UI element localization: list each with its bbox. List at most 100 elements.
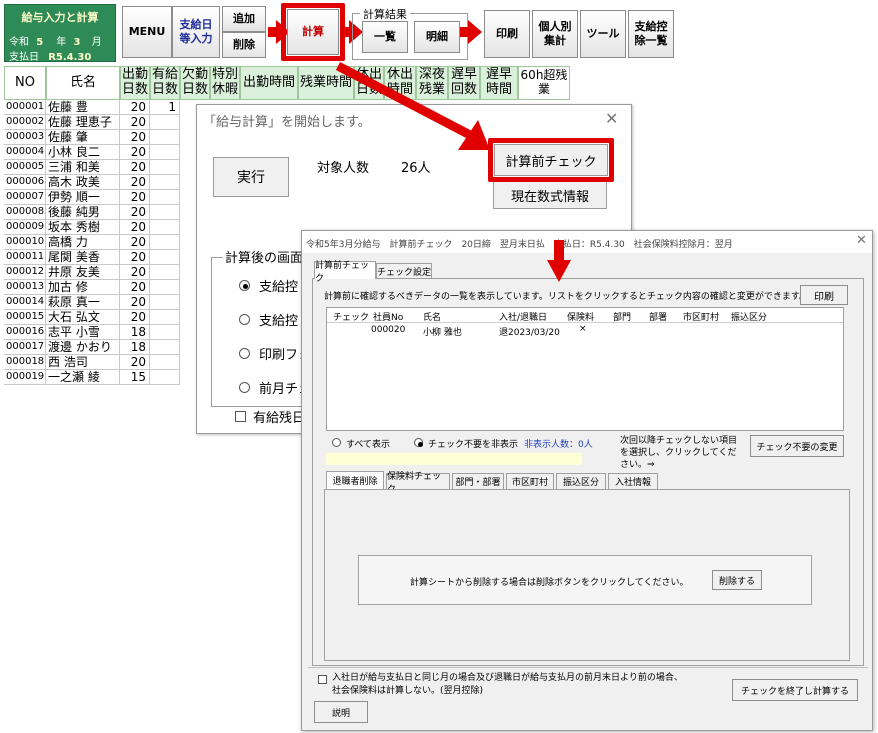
tab-check-settings[interactable]: チェック設定 bbox=[376, 263, 432, 279]
list-button[interactable]: 一覧 bbox=[362, 21, 408, 53]
subtab-retiree-delete[interactable]: 退職者削除 bbox=[326, 471, 384, 489]
employee-name-cell: 高橋 力 bbox=[46, 235, 120, 250]
table-row: 000009 坂本 秀樹 20 bbox=[4, 220, 200, 235]
deduction-list-button[interactable]: 支給控 除一覧 bbox=[628, 10, 674, 58]
finish-and-calc-button[interactable]: チェックを終了し計算する bbox=[732, 679, 858, 701]
work-days-cell[interactable]: 20 bbox=[120, 235, 150, 250]
work-days-cell[interactable]: 20 bbox=[120, 145, 150, 160]
close-icon[interactable]: ✕ bbox=[856, 233, 867, 248]
insurance-rule-checkbox[interactable] bbox=[318, 675, 327, 684]
app-title: 給与入力と計算 bbox=[21, 11, 99, 24]
option-radio-1[interactable] bbox=[239, 280, 250, 291]
col-header-paid-days: 有給 日数 bbox=[150, 66, 180, 100]
paydate-input-button[interactable]: 支給日 等入力 bbox=[172, 6, 220, 58]
option-label-1: 支給控 bbox=[259, 280, 299, 295]
detail-button[interactable]: 明細 bbox=[414, 21, 460, 53]
paid-days-cell[interactable] bbox=[150, 340, 180, 355]
work-days-cell[interactable]: 20 bbox=[120, 130, 150, 145]
check-list[interactable]: チェック 社員No 氏名 入社/退職日 保険料 部門 部署 市区町村 振込区分 … bbox=[326, 307, 844, 431]
employee-no-cell: 000006 bbox=[4, 175, 46, 190]
paid-days-cell[interactable] bbox=[150, 190, 180, 205]
paid-leave-checkbox[interactable] bbox=[235, 411, 246, 422]
calc-button[interactable]: 計算 bbox=[287, 9, 339, 55]
work-days-cell[interactable]: 20 bbox=[120, 220, 150, 235]
work-days-cell[interactable]: 20 bbox=[120, 355, 150, 370]
table-row: 000006 高木 政美 20 bbox=[4, 175, 200, 190]
footer-divider bbox=[308, 667, 868, 668]
paid-days-cell[interactable] bbox=[150, 235, 180, 250]
work-days-cell[interactable]: 20 bbox=[120, 115, 150, 130]
explain-button[interactable]: 説明 bbox=[314, 701, 368, 723]
subtab-insurance-check[interactable]: 保険料チェック bbox=[386, 472, 450, 495]
annotation-arrow bbox=[335, 62, 490, 150]
paid-days-cell[interactable] bbox=[150, 160, 180, 175]
paid-days-cell[interactable] bbox=[150, 220, 180, 235]
month-cell[interactable]: 3 bbox=[74, 37, 81, 48]
work-days-cell[interactable]: 20 bbox=[120, 250, 150, 265]
paid-days-cell[interactable] bbox=[150, 295, 180, 310]
subtab-hire-info[interactable]: 入社情報 bbox=[608, 473, 658, 489]
subtab-transfer[interactable]: 振込区分 bbox=[556, 473, 606, 489]
execute-button[interactable]: 実行 bbox=[213, 157, 289, 197]
table-row: 000015 大石 弘文 20 bbox=[4, 310, 200, 325]
employee-table: 000001 佐藤 豊 20 1 000002 佐藤 理恵子 20 000003 佐藤 肇 20 0… bbox=[4, 100, 200, 386]
work-days-cell[interactable]: 18 bbox=[120, 340, 150, 355]
paid-days-cell[interactable]: 1 bbox=[150, 100, 180, 115]
paid-days-cell[interactable] bbox=[150, 370, 180, 385]
employee-no-cell: 000015 bbox=[4, 310, 46, 325]
work-days-cell[interactable]: 20 bbox=[120, 190, 150, 205]
employee-name-cell: 西 浩司 bbox=[46, 355, 120, 370]
formula-info-button[interactable]: 現在数式情報 bbox=[493, 181, 607, 209]
paid-days-cell[interactable] bbox=[150, 130, 180, 145]
paid-days-cell[interactable] bbox=[150, 265, 180, 280]
list-item[interactable]: 000020 小柳 雅也 退2023/03/20 × bbox=[327, 324, 843, 338]
print-button[interactable]: 印刷 bbox=[800, 285, 848, 305]
paid-days-cell[interactable] bbox=[150, 280, 180, 295]
delete-button[interactable]: 削除 bbox=[222, 32, 266, 58]
work-days-cell[interactable]: 18 bbox=[120, 325, 150, 340]
per-person-total-button[interactable]: 個人別 集計 bbox=[532, 10, 578, 58]
option-radio-3[interactable] bbox=[239, 348, 250, 359]
precheck-button[interactable]: 計算前チェック bbox=[494, 144, 608, 176]
paid-days-cell[interactable] bbox=[150, 325, 180, 340]
paid-days-cell[interactable] bbox=[150, 175, 180, 190]
paid-days-cell[interactable] bbox=[150, 115, 180, 130]
employee-no-cell: 000001 bbox=[4, 100, 46, 115]
work-days-cell[interactable]: 20 bbox=[120, 205, 150, 220]
paid-days-cell[interactable] bbox=[150, 250, 180, 265]
work-days-cell[interactable]: 20 bbox=[120, 100, 150, 115]
show-all-radio[interactable] bbox=[332, 438, 341, 447]
work-days-cell[interactable]: 20 bbox=[120, 265, 150, 280]
paid-days-cell[interactable] bbox=[150, 145, 180, 160]
add-button[interactable]: 追加 bbox=[222, 6, 266, 32]
table-row: 000013 加古 修 20 bbox=[4, 280, 200, 295]
work-days-cell[interactable]: 20 bbox=[120, 160, 150, 175]
subtab-dept[interactable]: 部門・部署 bbox=[452, 473, 504, 489]
table-row: 000005 三浦 和美 20 bbox=[4, 160, 200, 175]
year-cell[interactable]: 5 bbox=[36, 37, 43, 48]
work-days-cell[interactable]: 15 bbox=[120, 370, 150, 385]
option-radio-2[interactable] bbox=[239, 314, 250, 325]
paid-days-cell[interactable] bbox=[150, 355, 180, 370]
table-row: 000016 志平 小雪 18 bbox=[4, 325, 200, 340]
tool-button[interactable]: ツール bbox=[580, 10, 626, 58]
tab-precheck[interactable]: 計算前チェック bbox=[314, 261, 376, 284]
menu-button[interactable]: MENU bbox=[122, 6, 172, 58]
employee-no-cell: 000007 bbox=[4, 190, 46, 205]
work-days-cell[interactable]: 20 bbox=[120, 310, 150, 325]
calc-result-group-label: 計算結果 bbox=[360, 6, 410, 22]
print-button[interactable]: 印刷 bbox=[484, 10, 530, 58]
option-radio-4[interactable] bbox=[239, 382, 250, 393]
hide-unneeded-radio[interactable] bbox=[414, 438, 423, 447]
close-icon[interactable]: ✕ bbox=[605, 109, 618, 128]
subtab-city[interactable]: 市区町村 bbox=[506, 473, 554, 489]
paid-days-cell[interactable] bbox=[150, 310, 180, 325]
period-readout: 令和 5 年 3 月 bbox=[9, 37, 102, 48]
paid-days-cell[interactable] bbox=[150, 205, 180, 220]
change-unneeded-button[interactable]: チェック不要の変更 bbox=[750, 435, 844, 457]
work-days-cell[interactable]: 20 bbox=[120, 175, 150, 190]
work-days-cell[interactable]: 20 bbox=[120, 280, 150, 295]
employee-no-cell: 000008 bbox=[4, 205, 46, 220]
delete-execute-button[interactable]: 削除する bbox=[712, 570, 762, 590]
work-days-cell[interactable]: 20 bbox=[120, 295, 150, 310]
